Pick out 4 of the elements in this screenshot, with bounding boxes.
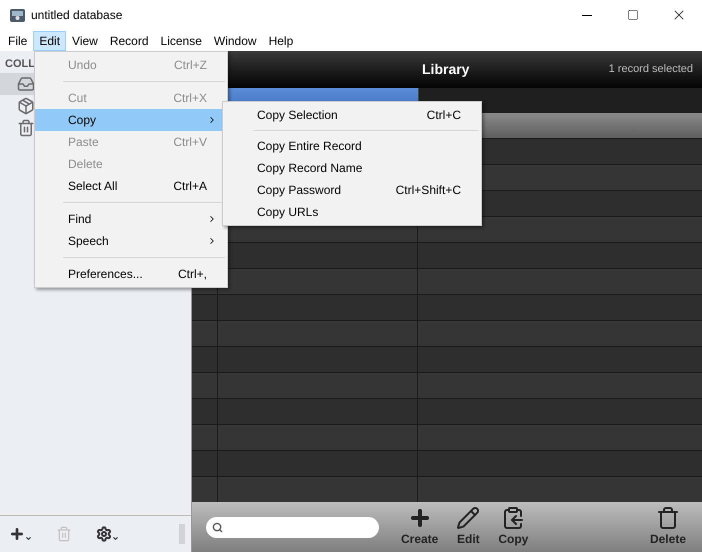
selection-status: 1 record selected: [608, 62, 693, 78]
library-title: Library: [422, 60, 470, 79]
window-title: untitled database: [31, 7, 122, 24]
sidebar-heading: COLL: [4, 57, 35, 72]
